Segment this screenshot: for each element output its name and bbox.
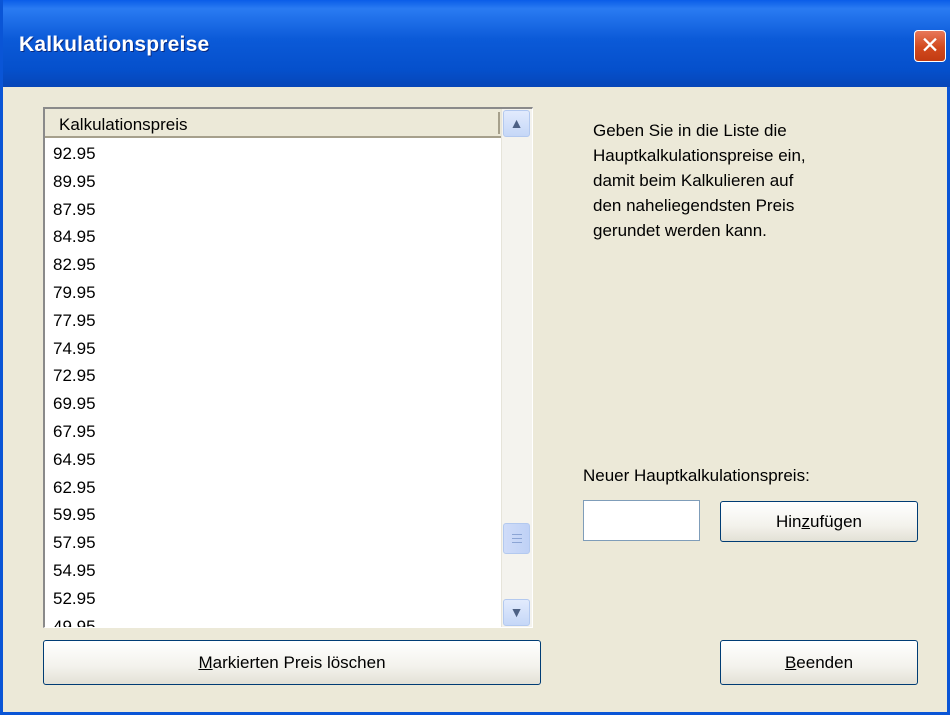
price-list-item[interactable]: 67.95 (45, 418, 501, 446)
scroll-up-button[interactable]: ▲ (503, 110, 530, 137)
close-button[interactable]: ✕ (914, 30, 946, 62)
close-dialog-button[interactable]: Beenden (720, 640, 918, 685)
price-list-item[interactable]: 64.95 (45, 446, 501, 474)
grip-line (512, 534, 522, 535)
price-rows: 92.95 89.95 87.95 84.95 82.95 79.95 77.95 74.95… (45, 140, 501, 627)
price-list-item[interactable]: 82.95 (45, 251, 501, 279)
price-list-item[interactable]: 74.95 (45, 335, 501, 363)
vertical-scrollbar[interactable]: ▲ ▼ (501, 109, 532, 627)
price-list-item[interactable]: 57.95 (45, 529, 501, 557)
grip-line (512, 538, 522, 539)
add-button[interactable]: Hinzufügen (720, 501, 918, 542)
price-list-item[interactable]: 87.95 (45, 196, 501, 224)
end-label: eenden (796, 653, 854, 672)
price-list-item[interactable]: 52.95 (45, 585, 501, 613)
price-list-item[interactable]: 92.95 (45, 140, 501, 168)
price-list-item[interactable]: 77.95 (45, 307, 501, 335)
price-list-item[interactable]: 49.95 (45, 613, 501, 627)
grip-line (512, 542, 522, 543)
add-label-pre: Hin (775, 512, 802, 531)
price-list-item[interactable]: 79.95 (45, 279, 501, 307)
end-accelerator: B (784, 653, 797, 672)
price-list-item[interactable]: 72.95 (45, 362, 501, 390)
delete-selected-price-button[interactable]: Markierten Preis löschen (43, 640, 541, 685)
price-list-item[interactable]: 59.95 (45, 501, 501, 529)
column-header-label: Kalkulationspreis (59, 115, 188, 134)
list-column-header[interactable]: Kalkulationspreis (45, 109, 503, 138)
new-price-label: Neuer Hauptkalkulationspreis: (583, 466, 810, 485)
title-bar[interactable]: Kalkulationspreise ✕ (3, 0, 950, 87)
price-list[interactable]: Kalkulationspreis 92.95 89.95 87.95 84.95 82… (43, 107, 533, 628)
price-list-item[interactable]: 54.95 (45, 557, 501, 585)
calculation-prices-dialog: Kalkulationspreise ✕ Kalkulationspreis 9… (0, 0, 950, 715)
price-list-item[interactable]: 62.95 (45, 474, 501, 502)
header-divider (498, 112, 500, 134)
price-list-item[interactable]: 69.95 (45, 390, 501, 418)
price-list-item[interactable]: 84.95 (45, 223, 501, 251)
delete-label: arkierten Preis löschen (212, 653, 386, 672)
instructions-text: Geben Sie in die Liste die Hauptkalkulat… (593, 121, 806, 240)
window-title: Kalkulationspreise (19, 33, 210, 56)
price-list-item[interactable]: 89.95 (45, 168, 501, 196)
add-label-post: ufügen (810, 512, 862, 531)
scroll-thumb[interactable] (503, 523, 530, 554)
scroll-down-button[interactable]: ▼ (503, 599, 530, 626)
add-accelerator: z (801, 512, 811, 531)
new-price-input[interactable] (583, 500, 700, 541)
delete-accelerator: M (198, 653, 213, 672)
